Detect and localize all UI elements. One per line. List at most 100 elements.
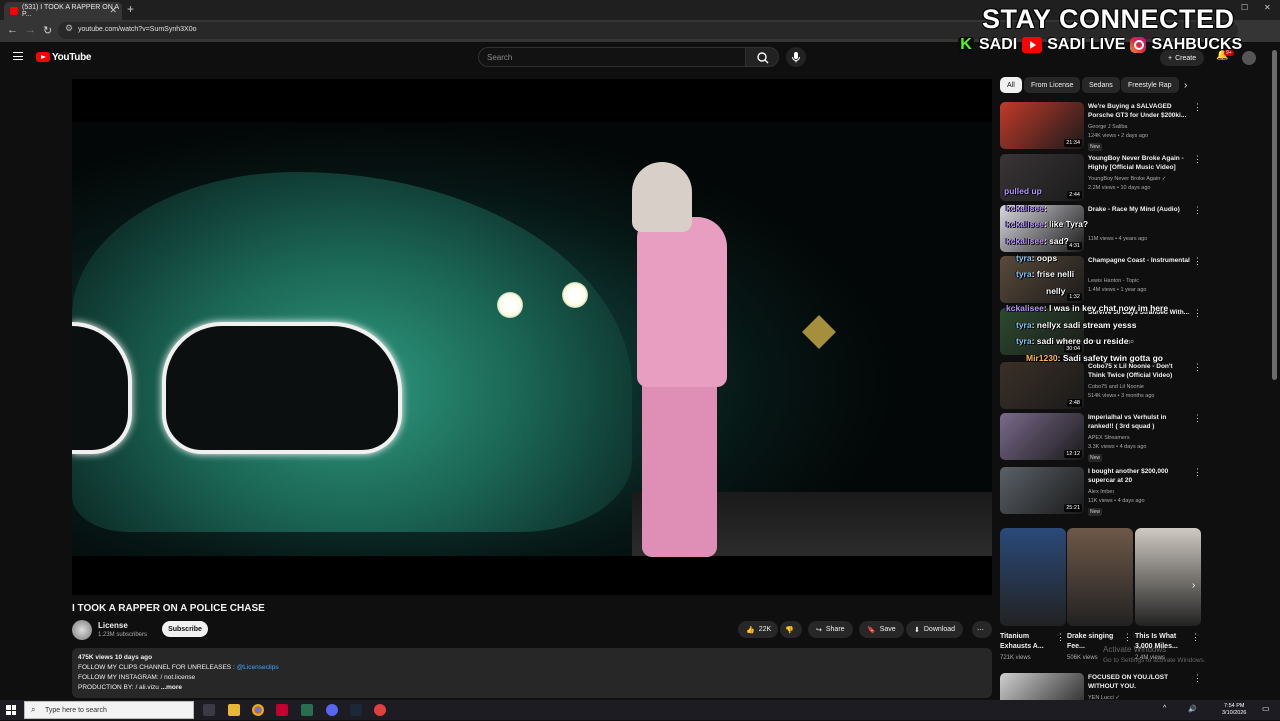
- notification-center-icon[interactable]: ▭: [1262, 704, 1270, 713]
- file-explorer-icon[interactable]: [228, 704, 240, 716]
- recommended-title[interactable]: FOCUSED ON YOU./LOST WITHOUT YOU.: [1088, 673, 1190, 691]
- recommended-video[interactable]: 2:48 Cobo75 x Lil Noonie - Don't Think T…: [1000, 362, 1205, 410]
- steam-icon[interactable]: [350, 704, 362, 716]
- more-vertical-icon[interactable]: ⋮: [1193, 256, 1202, 267]
- reload-icon[interactable]: ↻: [43, 24, 52, 37]
- producer-link[interactable]: / ali.vizu: [135, 684, 158, 691]
- video-thumbnail[interactable]: 25:21: [1000, 467, 1084, 514]
- task-view-icon[interactable]: [203, 704, 215, 716]
- channel-avatar[interactable]: [72, 620, 92, 640]
- recommended-title[interactable]: Drake - Race My Mind (Audio): [1088, 205, 1190, 214]
- more-vertical-icon[interactable]: ⋮: [1193, 308, 1202, 319]
- tray-chevron-icon[interactable]: ^: [1163, 705, 1166, 712]
- recommended-channel[interactable]: Alex Imber: [1088, 489, 1114, 495]
- recommended-title[interactable]: I bought another $200,000 supercar at 20: [1088, 467, 1190, 485]
- like-button[interactable]: 👍 22K: [738, 621, 778, 638]
- browser-tab[interactable]: (531) I TOOK A RAPPER ON A P... ✕: [4, 2, 122, 20]
- excel-icon[interactable]: [301, 704, 313, 716]
- page-scrollbar[interactable]: [1272, 50, 1277, 380]
- more-vertical-icon[interactable]: ⋮: [1123, 632, 1132, 643]
- save-button[interactable]: 🔖 Save: [859, 621, 904, 638]
- clips-channel-link[interactable]: @Licenseclips: [237, 664, 279, 671]
- youtube-logo-icon[interactable]: [36, 52, 50, 62]
- app-icon[interactable]: [276, 704, 288, 716]
- video-thumbnail[interactable]: 12:12: [1000, 413, 1084, 460]
- more-vertical-icon[interactable]: ⋮: [1193, 362, 1202, 373]
- voice-search-button[interactable]: [786, 47, 806, 67]
- search-input[interactable]: Search: [478, 47, 746, 67]
- chip-all[interactable]: All: [1000, 77, 1022, 93]
- chevron-right-icon[interactable]: ›: [1184, 80, 1187, 91]
- subscribe-button[interactable]: Subscribe: [162, 621, 208, 637]
- recommended-video[interactable]: 25:21 I bought another $200,000 supercar…: [1000, 467, 1205, 516]
- instagram-link[interactable]: / not.license: [160, 674, 195, 681]
- more-vertical-icon[interactable]: ⋮: [1193, 467, 1202, 478]
- short-thumbnail[interactable]: [1067, 528, 1133, 626]
- video-thumbnail[interactable]: 1:32: [1000, 256, 1084, 303]
- url-text: youtube.com/watch?v=SumSynh3X0o: [78, 26, 197, 33]
- description-line: FOLLOW MY CLIPS CHANNEL FOR UNRELEASES :: [78, 664, 235, 671]
- more-vertical-icon[interactable]: ⋮: [1193, 413, 1202, 424]
- recommended-video[interactable]: 12:12 Imperialhal vs Verhulst in ranked!…: [1000, 413, 1205, 462]
- discord-icon[interactable]: [326, 704, 338, 716]
- recommended-channel[interactable]: George J Saliba: [1088, 124, 1127, 130]
- back-icon[interactable]: ←: [7, 24, 18, 36]
- new-badge: New: [1088, 508, 1103, 516]
- forward-icon[interactable]: →: [25, 24, 36, 36]
- more-vertical-icon[interactable]: ⋮: [1193, 154, 1202, 165]
- description-box[interactable]: 475K views 10 days ago FOLLOW MY CLIPS C…: [72, 648, 992, 698]
- more-vertical-icon[interactable]: ⋮: [1193, 673, 1202, 684]
- recommended-channel[interactable]: Cobo75 and Lil Noonie: [1088, 384, 1144, 390]
- more-vertical-icon[interactable]: ⋮: [1193, 205, 1202, 216]
- recommended-title[interactable]: YoungBoy Never Broke Again - Highly [Off…: [1088, 154, 1190, 172]
- channel-name[interactable]: License: [98, 621, 128, 630]
- video-thumbnail[interactable]: 2:48: [1000, 362, 1084, 409]
- recommended-video[interactable]: 1:32 Champagne Coast - Instrumental Lewi…: [1000, 256, 1205, 304]
- maximize-icon[interactable]: ☐: [1241, 3, 1248, 12]
- chip-from-license[interactable]: From License: [1024, 77, 1081, 93]
- window-close-icon[interactable]: ✕: [1264, 3, 1271, 12]
- recommended-video[interactable]: 21:34 We're Buying a SALVAGED Porsche GT…: [1000, 102, 1205, 151]
- youtube-wordmark[interactable]: YouTube: [52, 52, 92, 63]
- video-player[interactable]: [72, 79, 992, 595]
- hamburger-menu-icon[interactable]: [13, 52, 23, 60]
- video-thumbnail[interactable]: 30:04: [1000, 308, 1084, 355]
- search-button[interactable]: [745, 47, 779, 67]
- dislike-button[interactable]: 👎: [780, 621, 802, 638]
- show-more-link[interactable]: ...more: [161, 684, 182, 691]
- short-thumbnail[interactable]: [1000, 528, 1066, 626]
- share-button[interactable]: ↪ Share: [808, 621, 853, 638]
- chip-sedans[interactable]: Sedans: [1082, 77, 1120, 93]
- recommended-title[interactable]: Champagne Coast - Instrumental: [1088, 256, 1190, 265]
- site-info-icon[interactable]: ⚙: [65, 23, 73, 34]
- new-tab-icon[interactable]: +: [127, 2, 134, 16]
- more-vertical-icon[interactable]: ⋮: [1193, 102, 1202, 113]
- recommended-channel[interactable]: Lewis Hanton - Topic: [1088, 278, 1139, 284]
- more-vertical-icon[interactable]: ⋮: [1056, 632, 1065, 643]
- taskbar-clock[interactable]: 7:54 PM 3/10/2026: [1222, 703, 1246, 717]
- volume-icon[interactable]: 🔊: [1188, 705, 1197, 713]
- more-vertical-icon[interactable]: ⋮: [1191, 632, 1200, 643]
- chrome-icon[interactable]: [252, 704, 264, 716]
- windows-start-icon[interactable]: [6, 705, 16, 715]
- new-badge: New: [1088, 143, 1103, 151]
- short-title[interactable]: Titanium Exhausts A...: [1000, 632, 1056, 652]
- more-actions-button[interactable]: ⋯: [972, 621, 992, 638]
- chat-message: kckalisee: like Tyra?: [1006, 219, 1088, 229]
- short-thumbnail[interactable]: [1135, 528, 1201, 626]
- chip-freestyle-rap[interactable]: Freestyle Rap: [1121, 77, 1179, 93]
- recommended-title[interactable]: Cobo75 x Lil Noonie - Don't Think Twice …: [1088, 362, 1190, 380]
- recommended-title[interactable]: We're Buying a SALVAGED Porsche GT3 for …: [1088, 102, 1190, 120]
- recommended-title[interactable]: Imperialhal vs Verhulst in ranked!! ( 3r…: [1088, 413, 1190, 431]
- recommended-video[interactable]: 30:04 Survive 30 Days Stranded With... v…: [1000, 308, 1205, 356]
- download-button[interactable]: ⬇ Download: [906, 621, 964, 638]
- recommended-channel[interactable]: YoungBoy Never Broke Again ✓: [1088, 176, 1166, 182]
- shorts-next-icon[interactable]: ›: [1192, 580, 1195, 591]
- avatar[interactable]: [1242, 51, 1256, 65]
- taskbar-search-input[interactable]: ⌕ Type here to search: [24, 701, 194, 719]
- recommended-meta: 2.2M views • 10 days ago: [1088, 185, 1151, 191]
- recommended-channel[interactable]: APEX Streamers: [1088, 435, 1130, 441]
- obs-icon[interactable]: [374, 704, 386, 716]
- video-thumbnail[interactable]: 21:34: [1000, 102, 1084, 149]
- tab-close-icon[interactable]: ✕: [109, 5, 117, 16]
